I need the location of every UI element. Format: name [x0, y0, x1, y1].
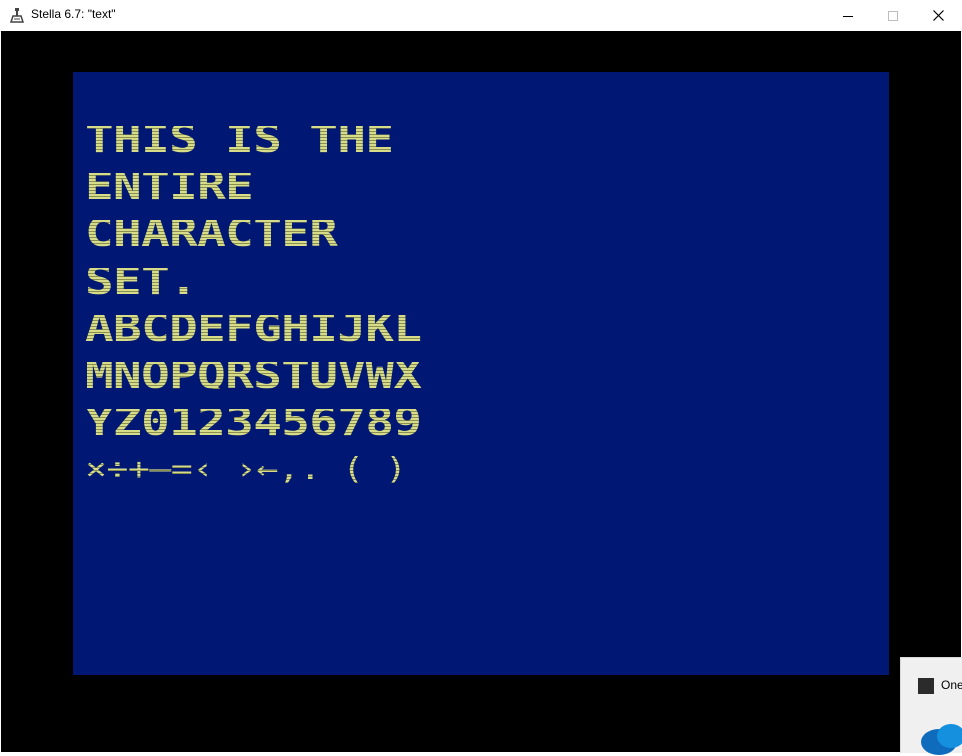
maximize-button[interactable]	[870, 0, 916, 31]
close-button[interactable]	[915, 0, 961, 31]
screen-line-2: ENTIRE	[85, 164, 254, 209]
game-screen[interactable]: THIS IS THE ENTIRE CHARACTER SET. ABCDEF…	[73, 72, 889, 675]
screen-line-4: SET.	[85, 259, 198, 304]
stella-joystick-icon	[9, 8, 25, 23]
maximize-icon	[888, 10, 898, 21]
screen-line-3: CHARACTER	[85, 211, 338, 256]
app-tile-icon	[918, 678, 934, 694]
screen-line-7: YZ0123456789	[85, 400, 422, 445]
close-icon	[932, 10, 944, 21]
notification-popup[interactable]: One	[900, 657, 962, 755]
screen-line-8: ×÷+—=‹ ›←,. ( )	[85, 452, 407, 487]
onedrive-cloud-icon	[921, 724, 962, 755]
minimize-button[interactable]	[825, 0, 871, 31]
screen-line-6: MNOPQRSTUVWX	[85, 353, 422, 398]
screen-line-5: ABCDEFGHIJKL	[85, 306, 422, 351]
screen-line-1: THIS IS THE	[85, 117, 394, 162]
minimize-icon	[843, 15, 853, 17]
window-title: Stella 6.7: "text"	[31, 7, 116, 21]
emulator-window-area[interactable]: THIS IS THE ENTIRE CHARACTER SET. ABCDEF…	[1, 31, 961, 752]
title-bar[interactable]: Stella 6.7: "text"	[0, 0, 962, 32]
notification-label: One	[941, 678, 962, 692]
